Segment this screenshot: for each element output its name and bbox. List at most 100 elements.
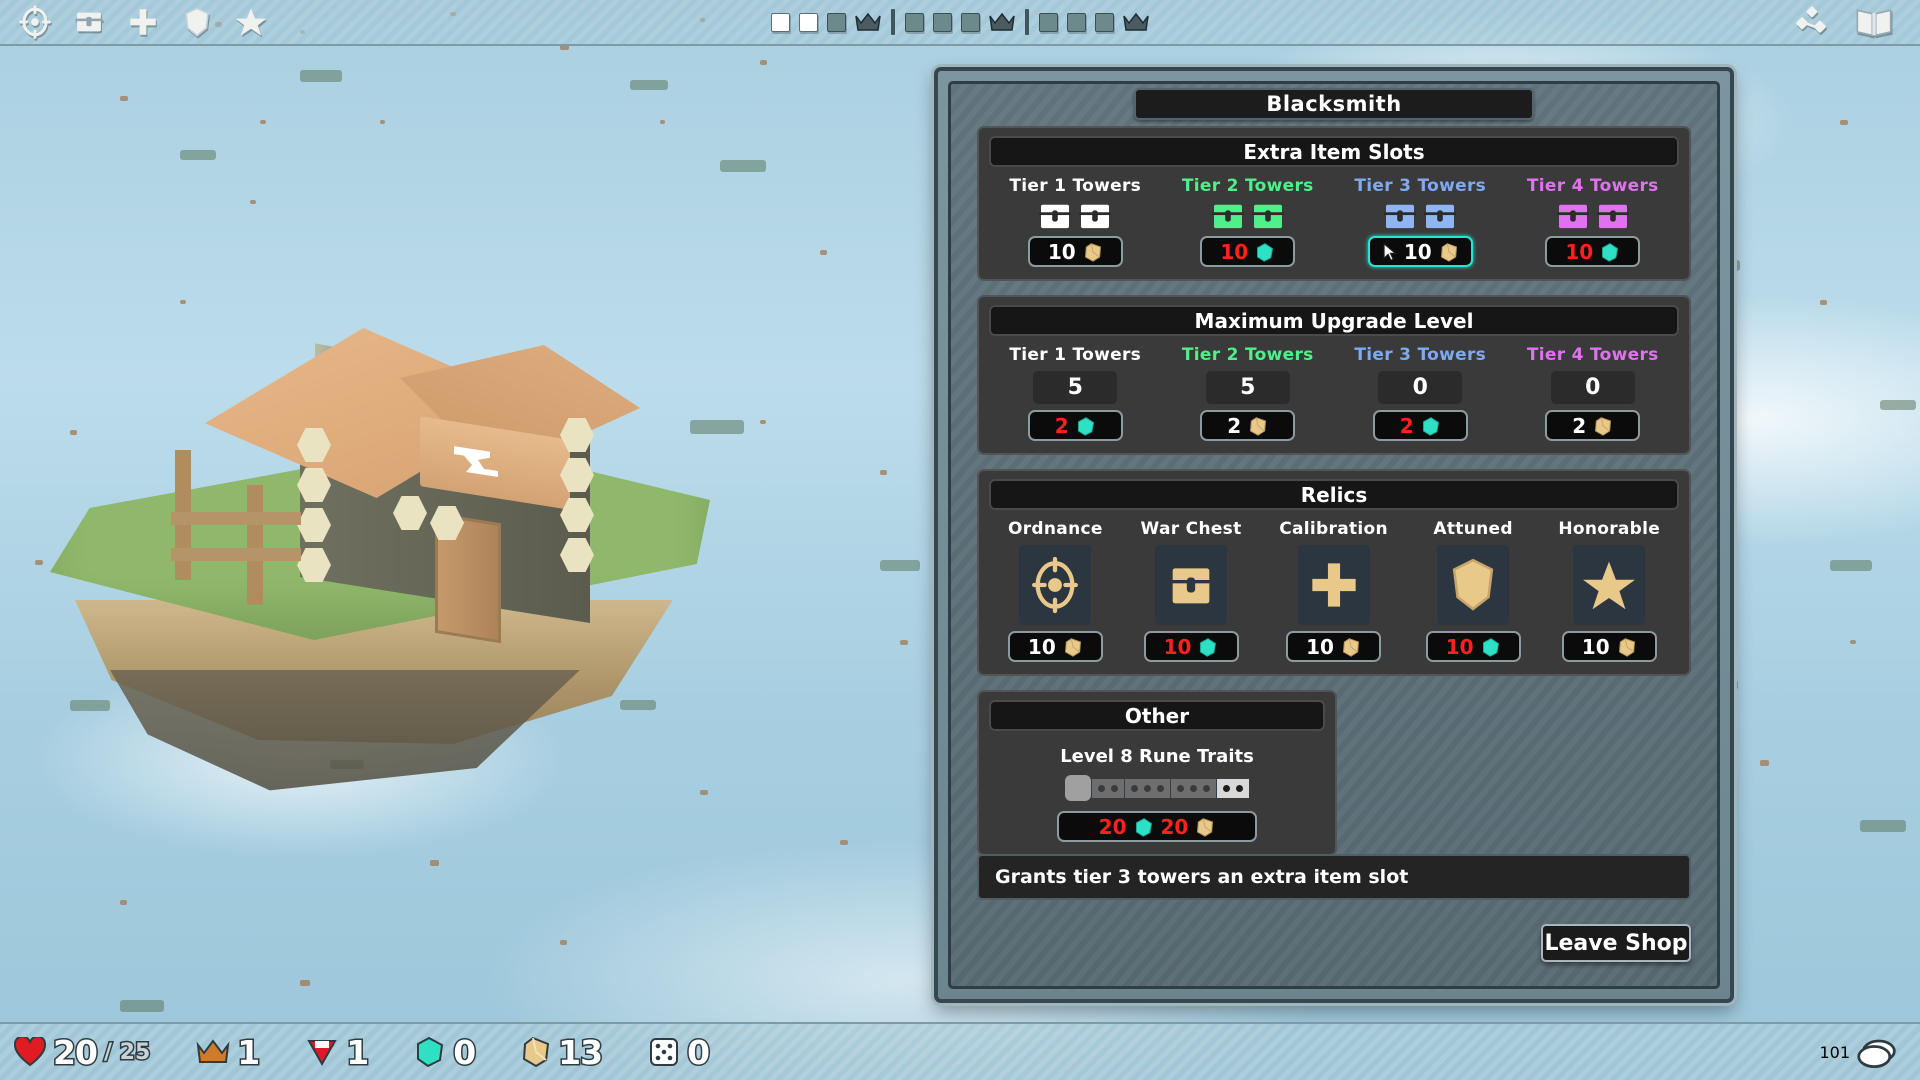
fence-rail [171, 548, 301, 561]
cursor-icon [1383, 242, 1397, 261]
top-status-bar [0, 0, 1920, 46]
chest-slot-group [1211, 202, 1284, 230]
buy-relic-honorable[interactable]: 10 [1561, 631, 1657, 662]
section-header-relics: Relics [989, 479, 1679, 510]
skill-tree-icon[interactable] [1794, 5, 1828, 39]
buy-relic-calibration[interactable]: 10 [1286, 631, 1382, 662]
coin-icon [1857, 1039, 1896, 1068]
wave-box-1-3 [827, 12, 846, 32]
rune-dot [1236, 784, 1243, 792]
crosshair-icon[interactable] [18, 5, 52, 39]
price-amount: 10 [1220, 239, 1249, 264]
wave-box-3-1 [1039, 12, 1058, 32]
section-header-maximum-upgrade-level: Maximum Upgrade Level [989, 305, 1679, 336]
wave-box-1-2 [799, 12, 818, 32]
buy-extra-slot-tier-4[interactable]: 10 [1545, 236, 1641, 267]
relic-label: War Chest [1140, 519, 1242, 539]
extra-item-slot-column-tier-3: Tier 3 Towers 10 [1354, 176, 1486, 267]
plus-icon[interactable] [126, 5, 160, 39]
rune-traits-slider[interactable] [1065, 775, 1249, 801]
buy-extra-slot-tier-1[interactable]: 10 [1027, 236, 1123, 267]
rune-segment-4[interactable] [1216, 778, 1249, 798]
crosshair-icon[interactable] [1019, 545, 1092, 625]
buy-relic-attuned[interactable]: 10 [1425, 631, 1521, 662]
chest-icon [1079, 204, 1112, 229]
star-icon[interactable] [234, 5, 268, 39]
buy-upgrade-level-tier-4[interactable]: 2 [1545, 410, 1641, 441]
relic-label: Ordnance [1007, 519, 1103, 539]
wood-icon [1250, 416, 1267, 436]
upgrade-level-columns: Tier 1 Towers 5 2 Tier 2 Towers 5 2 Tier… [989, 345, 1679, 441]
section-other: Other Level 8 Rune Traits 20 20 [977, 690, 1337, 856]
wave-box-2-2 [933, 12, 952, 32]
crown-icon [1123, 12, 1149, 31]
rune-dot [1203, 784, 1210, 792]
gem-icon [1482, 637, 1499, 657]
wave-group-2 [905, 12, 1015, 32]
rune-segment-1[interactable] [1091, 778, 1124, 798]
wood-icon [1618, 637, 1635, 657]
stat-ruby-value: 1 [345, 1031, 371, 1073]
chest-icon[interactable] [1155, 545, 1228, 625]
price-amount: 10 [1027, 634, 1056, 659]
fence-rail [171, 512, 301, 525]
wave-box-3-2 [1067, 12, 1086, 32]
stat-gem: 0 [414, 1031, 478, 1073]
shield-icon[interactable] [180, 5, 214, 39]
relic-label: Attuned [1433, 519, 1513, 539]
rune-dot [1111, 784, 1118, 792]
buy-relic-ordnance[interactable]: 10 [1007, 631, 1103, 662]
price-amount: 2 [1054, 413, 1069, 438]
wood-icon [1064, 637, 1081, 657]
gem-icon [1422, 416, 1439, 436]
buy-upgrade-level-tier-3[interactable]: 2 [1372, 410, 1468, 441]
crown-icon [989, 12, 1015, 31]
rune-dot [1223, 784, 1230, 792]
rune-segment-2[interactable] [1124, 778, 1170, 798]
chest-icon [1424, 204, 1457, 229]
bottom-status-bar: 20 / 25 1 1 0 13 0 101 [0, 1022, 1920, 1080]
extra-item-slot-column-tier-4: Tier 4 Towers 10 [1527, 176, 1659, 267]
buy-upgrade-level-tier-1[interactable]: 2 [1027, 410, 1123, 441]
stat-dice-value: 0 [686, 1031, 712, 1073]
wave-box-3-3 [1095, 12, 1114, 32]
upgrade-level-column-tier-2: Tier 2 Towers 5 2 [1182, 345, 1314, 441]
stat-health-max: / 25 [102, 1038, 151, 1066]
rune-dot [1144, 784, 1151, 792]
stat-dice: 0 [648, 1031, 712, 1073]
buy-relic-war-chest[interactable]: 10 [1143, 631, 1239, 662]
shield-icon[interactable] [1437, 545, 1510, 625]
rune-dot [1157, 784, 1164, 792]
chest-slot-group [1556, 202, 1629, 230]
rune-slider-handle[interactable] [1065, 775, 1091, 801]
upgrade-level-column-tier-1: Tier 1 Towers 5 2 [1009, 345, 1141, 441]
leave-shop-button[interactable]: Leave Shop [1541, 924, 1691, 962]
wave-group-1 [771, 12, 881, 32]
price-amount: 2 [1399, 413, 1414, 438]
gem-icon [1135, 817, 1152, 837]
wood-icon [1440, 242, 1457, 262]
rune-dot [1131, 784, 1138, 792]
rune-traits-buy-button[interactable]: 20 20 [1057, 811, 1257, 842]
chest-icon[interactable] [72, 5, 106, 39]
star-icon[interactable] [1573, 545, 1646, 625]
crown-icon [855, 12, 881, 31]
tier-label: Tier 3 Towers [1354, 345, 1487, 365]
book-icon[interactable] [1854, 5, 1894, 39]
stat-health: 20 / 25 [14, 1031, 152, 1073]
relic-label: Honorable [1558, 519, 1661, 539]
plus-icon[interactable] [1297, 545, 1370, 625]
upgrade-level-column-tier-3: Tier 3 Towers 0 2 [1354, 345, 1486, 441]
buy-upgrade-level-tier-2[interactable]: 2 [1200, 410, 1296, 441]
rune-segment-3[interactable] [1170, 778, 1216, 798]
wood-icon [1342, 637, 1360, 657]
chest-slot-group [1384, 202, 1457, 230]
wave-group-separator [1025, 9, 1029, 35]
upgrade-level-column-tier-4: Tier 4 Towers 0 2 [1527, 345, 1659, 441]
buy-extra-slot-tier-3[interactable]: 10 [1367, 236, 1473, 267]
price-amount: 10 [1047, 239, 1076, 264]
gem-icon [1602, 242, 1619, 262]
blacksmith-building [145, 300, 665, 644]
chest-slot-group [1039, 202, 1112, 230]
buy-extra-slot-tier-2[interactable]: 10 [1200, 236, 1296, 267]
